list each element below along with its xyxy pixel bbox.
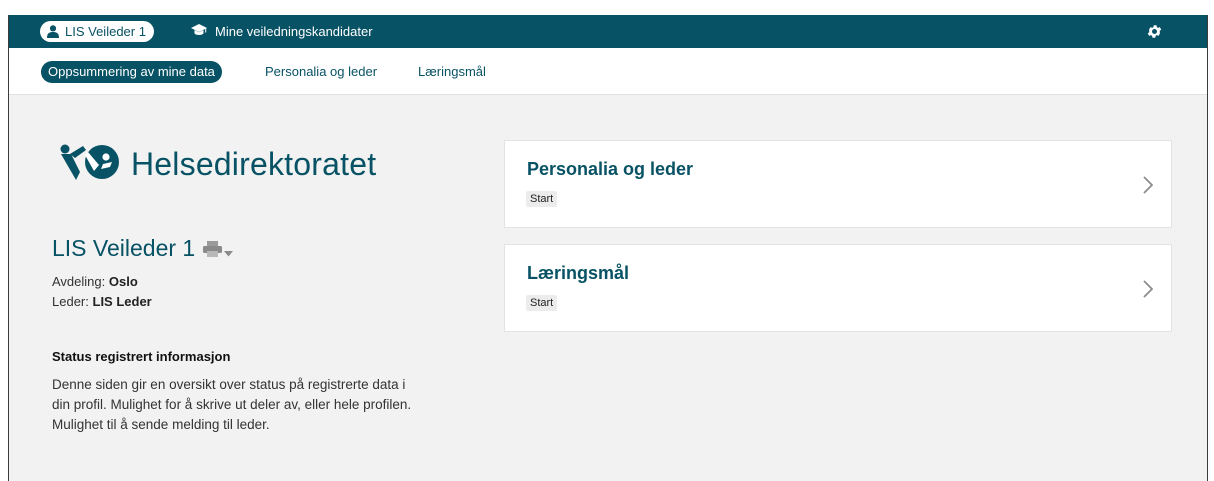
print-dropdown-button[interactable] [203,236,234,263]
card-title: Personalia og leder [527,159,694,179]
avdeling-line: Avdeling: Oslo [52,274,138,289]
logo-mark-icon [59,143,121,186]
status-badge: Start [526,191,558,207]
profile-name: LIS Veileder 1 [52,234,196,261]
avdeling-label: Avdeling: [52,274,106,289]
kandidater-label: Mine veiledningskandidater [215,24,373,39]
print-icon [203,236,223,263]
user-menu-button[interactable]: LIS Veileder 1 [40,21,154,42]
kandidater-link[interactable]: Mine veiledningskandidater [191,15,373,48]
top-navbar: LIS Veileder 1 Mine veiledningskandidate… [9,15,1207,48]
profile-name-row: LIS Veileder 1 [52,233,234,263]
avdeling-value: Oslo [108,274,138,289]
user-icon [47,25,59,38]
status-badge: Start [526,295,558,311]
sub-navigation: Oppsummering av mine data Personalia og … [9,48,1207,95]
tab-laeringsmal[interactable]: Læringsmål [418,61,486,83]
leder-label: Leder: [52,294,89,309]
app-frame: LIS Veileder 1 Mine veiledningskandidate… [8,15,1208,481]
chevron-right-icon [1143,280,1154,303]
status-title: Status registrert informasjon [52,349,231,364]
graduation-cap-icon [191,24,207,39]
tab-personalia[interactable]: Personalia og leder [265,61,377,83]
gear-icon[interactable] [1146,23,1163,40]
logo-text: Helsedirektoratet [131,146,377,182]
tab-oppsummering[interactable]: Oppsummering av mine data [41,61,222,83]
card-laeringsmal[interactable]: Læringsmål Start [504,244,1172,332]
card-personalia[interactable]: Personalia og leder Start [504,140,1172,228]
helsedirektoratet-logo: Helsedirektoratet [59,143,376,186]
caret-down-icon [224,236,234,263]
leder-line: Leder: LIS Leder [52,294,152,309]
user-name-label: LIS Veileder 1 [65,24,146,39]
status-description: Denne siden gir en oversikt over status … [52,377,412,432]
chevron-right-icon [1143,176,1154,199]
leder-value: LIS Leder [92,294,152,309]
card-title: Læringsmål [527,263,630,283]
